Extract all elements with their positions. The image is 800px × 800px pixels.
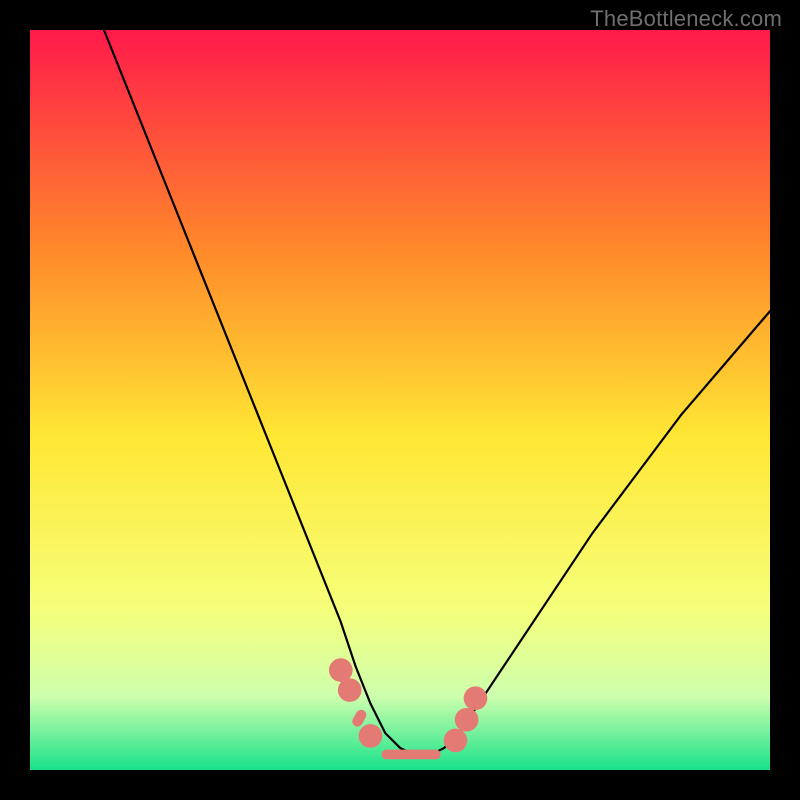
marker-dot — [359, 724, 383, 748]
marker-dot — [444, 729, 468, 753]
chart-frame: TheBottleneck.com — [0, 0, 800, 800]
watermark-text: TheBottleneck.com — [590, 6, 782, 32]
marker-pill — [382, 750, 441, 760]
chart-plot — [30, 30, 770, 770]
marker-dot — [464, 686, 488, 710]
marker-dot — [455, 708, 479, 732]
gradient-background — [30, 30, 770, 770]
marker-dot — [338, 678, 362, 702]
